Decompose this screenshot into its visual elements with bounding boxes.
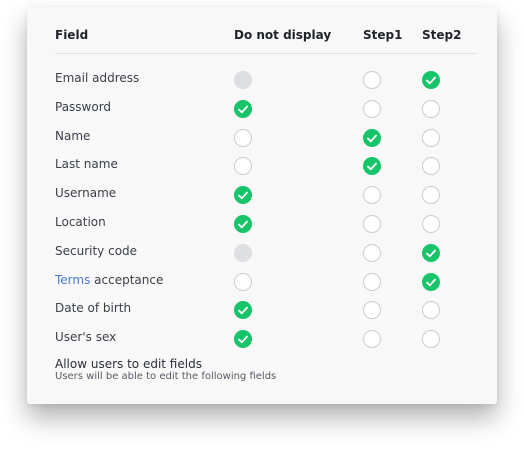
column-header-step2: Step2 [422, 28, 462, 42]
do-not-display-radio-disabled [234, 71, 252, 89]
step1-radio-empty[interactable] [363, 330, 381, 349]
row-label: Name [55, 128, 91, 143]
row-label: Security code [55, 243, 138, 258]
row-label: Date of birth [55, 301, 132, 316]
checkmark-icon [426, 278, 436, 286]
row-label: Email address [55, 71, 140, 85]
step2-radio-checked[interactable] [422, 272, 440, 291]
field-settings-card: Field Do not display Step1 Step2 Email a… [27, 7, 497, 404]
do-not-display-radio-disabled [234, 243, 252, 262]
table-row: User's sex [27, 324, 497, 352]
row-label: Username [55, 186, 117, 201]
step1-radio-empty[interactable] [363, 71, 381, 89]
table-row: Terms acceptance [27, 267, 497, 295]
step1-radio-checked[interactable] [363, 128, 381, 147]
do-not-display-radio-checked[interactable] [234, 215, 252, 233]
table-row: Email address [27, 65, 497, 93]
step1-radio-empty[interactable] [363, 186, 381, 205]
step2-radio-empty[interactable] [422, 128, 440, 147]
row-label: User's sex [55, 330, 117, 345]
table-row: Last name [27, 151, 497, 179]
checkmark-icon [238, 307, 248, 315]
step1-radio-checked[interactable] [363, 157, 381, 176]
step2-radio-empty[interactable] [422, 186, 440, 205]
column-header-field: Field [55, 28, 89, 42]
step1-radio-empty[interactable] [363, 272, 381, 291]
checkmark-icon [367, 134, 377, 142]
row-label: Terms acceptance [55, 273, 163, 287]
table-row: Location [27, 209, 497, 237]
row-label-text: acceptance [94, 272, 164, 287]
terms-link[interactable]: Terms [55, 273, 90, 287]
row-label: Password [55, 99, 112, 114]
checkmark-icon [426, 76, 436, 85]
checkmark-icon [238, 105, 248, 113]
step1-radio-empty[interactable] [363, 99, 381, 118]
do-not-display-radio-checked[interactable] [234, 330, 252, 349]
checkmark-icon [426, 249, 436, 257]
step2-radio-empty[interactable] [422, 215, 440, 233]
step1-radio-empty[interactable] [363, 215, 381, 233]
table-row: Password [27, 94, 497, 122]
do-not-display-radio-empty[interactable] [234, 157, 252, 176]
do-not-display-radio-checked[interactable] [234, 99, 252, 118]
table-row: Username [27, 180, 497, 208]
row-label: Location [55, 215, 106, 229]
step2-radio-empty[interactable] [422, 330, 440, 349]
allow-edit-subtitle: Users will be able to edit the following… [55, 371, 277, 382]
checkmark-icon [238, 191, 248, 200]
table-row: Security code [27, 238, 497, 266]
step2-radio-checked[interactable] [422, 71, 440, 89]
checkmark-icon [238, 220, 248, 229]
row-label: Last name [55, 157, 118, 172]
do-not-display-radio-empty[interactable] [234, 272, 252, 291]
do-not-display-radio-checked[interactable] [234, 301, 252, 320]
header-divider [55, 53, 477, 54]
column-header-step1: Step1 [363, 28, 403, 42]
step2-radio-empty[interactable] [422, 157, 440, 176]
checkmark-icon [238, 335, 248, 344]
step2-radio-empty[interactable] [422, 99, 440, 118]
table-row: Name [27, 123, 497, 151]
step1-radio-empty[interactable] [363, 301, 381, 320]
checkmark-icon [367, 163, 377, 171]
column-header-do-not-display: Do not display [234, 28, 332, 42]
do-not-display-radio-checked[interactable] [234, 186, 252, 205]
table-row: Date of birth [27, 295, 497, 323]
step2-radio-empty[interactable] [422, 301, 440, 320]
table-header: Field Do not display Step1 Step2 [27, 7, 497, 53]
do-not-display-radio-empty[interactable] [234, 128, 252, 147]
step2-radio-checked[interactable] [422, 243, 440, 262]
step1-radio-empty[interactable] [363, 243, 381, 262]
allow-edit-title: Allow users to edit fields [55, 357, 202, 371]
